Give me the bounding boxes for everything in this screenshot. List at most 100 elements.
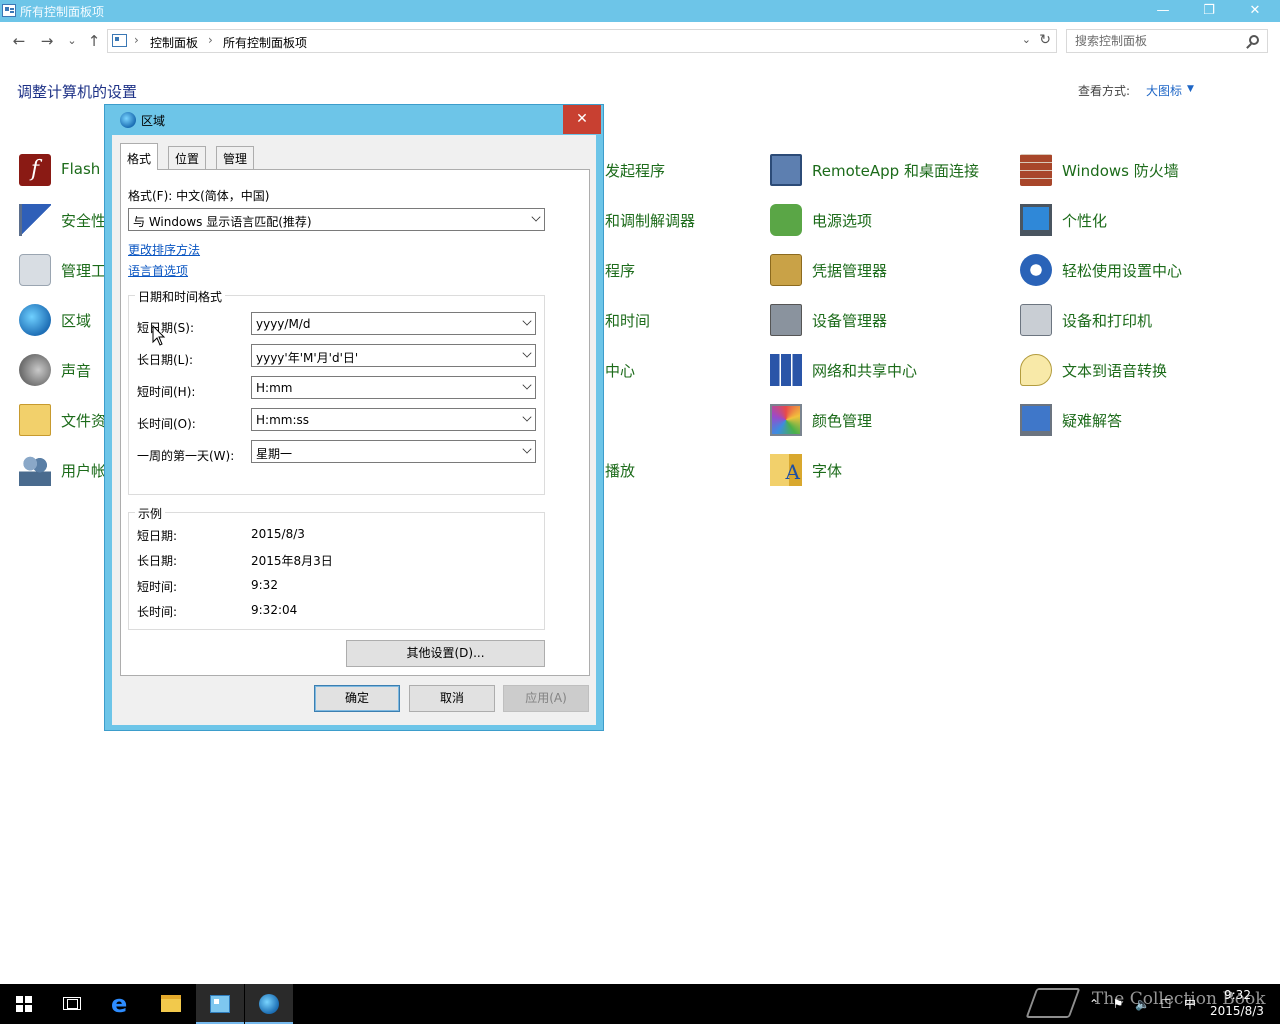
- apply-button[interactable]: 应用(A): [503, 685, 589, 712]
- power-icon: [770, 204, 802, 236]
- breadcrumb-separator: ›: [134, 33, 139, 47]
- forward-button[interactable]: →: [37, 31, 57, 51]
- formats-panel: 格式(F): 中文(简体，中国) 与 Windows 显示语言匹配(推荐) 更改…: [120, 169, 590, 676]
- first-day-select[interactable]: 星期一: [251, 440, 536, 463]
- window-titlebar: 所有控制面板项 — ❐ ✕: [0, 0, 1280, 22]
- recent-locations-button[interactable]: ⌄: [62, 31, 82, 51]
- taskbar-edge[interactable]: e: [98, 984, 146, 1024]
- up-button[interactable]: ↑: [84, 31, 104, 51]
- network-icon: [770, 354, 802, 386]
- ok-button[interactable]: 确定: [314, 685, 400, 712]
- example-short-time-value: 9:32: [251, 578, 278, 592]
- tools-icon: [19, 254, 51, 286]
- other-settings-button[interactable]: 其他设置(D)...: [346, 640, 545, 667]
- tab-formats[interactable]: 格式: [120, 143, 159, 170]
- mouse-cursor-icon: [152, 325, 166, 346]
- view-by-label: 查看方式:: [1078, 84, 1131, 98]
- globe-icon: [259, 994, 279, 1014]
- language-preferences-link[interactable]: 语言首选项: [128, 262, 188, 279]
- search-icon[interactable]: [1249, 35, 1259, 45]
- close-window-button[interactable]: ✕: [1232, 0, 1278, 22]
- printer-icon: [1020, 304, 1052, 336]
- taskbar-file-explorer[interactable]: [147, 984, 195, 1024]
- flash-icon: f: [19, 154, 51, 186]
- vault-icon: [770, 254, 802, 286]
- start-button[interactable]: [0, 984, 48, 1024]
- example-long-time-value: 9:32:04: [251, 603, 298, 617]
- example-long-date-label: 长日期:: [137, 554, 178, 568]
- example-short-time-label: 短时间:: [137, 580, 178, 594]
- dialog-close-button[interactable]: ✕: [563, 105, 601, 134]
- region-dialog: 区域 ✕ 格式 位置 管理 格式(F): 中文(简体，中国) 与 Windows…: [104, 104, 604, 731]
- edge-browser-icon: e: [111, 990, 128, 1018]
- chevron-down-icon: [522, 316, 532, 326]
- short-time-label: 短时间(H):: [137, 385, 196, 399]
- volume-icon[interactable]: 🔈: [1135, 998, 1150, 1010]
- back-button[interactable]: ←: [9, 31, 29, 51]
- example-short-date-label: 短日期:: [137, 529, 178, 543]
- address-dropdown-icon[interactable]: ⌄: [1022, 33, 1031, 46]
- chevron-down-icon[interactable]: ▼: [1187, 84, 1194, 94]
- device-manager-icon: [770, 304, 802, 336]
- refresh-icon[interactable]: ↻: [1039, 32, 1051, 48]
- taskbar: e The Collection Book ⌃ ⚑ 🔈 ☐ 中 9:32 201…: [0, 984, 1280, 1024]
- example-long-time-label: 长时间:: [137, 605, 178, 619]
- tab-administrative[interactable]: 管理: [216, 146, 255, 169]
- task-view-icon: [63, 997, 81, 1010]
- format-label: 格式(F): 中文(简体，中国): [128, 189, 270, 203]
- clock-time[interactable]: 9:32: [1224, 988, 1251, 1002]
- ease-of-access-icon: [1020, 254, 1052, 286]
- clock-date[interactable]: 2015/8/3: [1210, 1004, 1264, 1018]
- remote-desktop-icon: [770, 154, 802, 186]
- chevron-down-icon: [522, 412, 532, 422]
- restore-button[interactable]: ❐: [1186, 0, 1232, 22]
- input-method-indicator[interactable]: 中: [1183, 998, 1197, 1010]
- address-bar: ← → ⌄ ↑ › 控制面板 › 所有控制面板项 ⌄ ↻: [0, 22, 1280, 60]
- short-time-select[interactable]: H:mm: [251, 376, 536, 399]
- change-sort-link[interactable]: 更改排序方法: [128, 241, 200, 258]
- breadcrumb-separator: ›: [208, 33, 213, 47]
- windows-logo-icon: [16, 996, 32, 1012]
- action-center-icon[interactable]: ☐: [1159, 998, 1173, 1010]
- globe-icon: [120, 112, 136, 128]
- control-panel-icon: [112, 34, 127, 47]
- control-panel-icon: [210, 995, 230, 1013]
- breadcrumb-control-panel[interactable]: 控制面板: [150, 34, 198, 51]
- chevron-down-icon: [522, 444, 532, 454]
- tab-location[interactable]: 位置: [168, 146, 207, 169]
- long-time-label: 长时间(O):: [137, 417, 196, 431]
- address-input[interactable]: › 控制面板 › 所有控制面板项 ⌄ ↻: [107, 29, 1057, 53]
- personalization-icon: [1020, 204, 1052, 236]
- speaker-icon: [19, 354, 51, 386]
- watermark-book-icon: [1025, 988, 1081, 1018]
- long-time-select[interactable]: H:mm:ss: [251, 408, 536, 431]
- task-view-button[interactable]: [48, 984, 96, 1024]
- color-icon: [770, 404, 802, 436]
- search-input[interactable]: [1075, 33, 1240, 49]
- long-date-select[interactable]: yyyy'年'M'月'd'日': [251, 344, 536, 367]
- search-box[interactable]: [1066, 29, 1268, 53]
- font-icon: A: [770, 454, 802, 486]
- dialog-title: 区域: [141, 114, 166, 128]
- taskbar-region[interactable]: [245, 984, 293, 1024]
- control-panel-icon: [2, 4, 16, 17]
- datetime-format-group: 日期和时间格式 短日期(S): yyyy/M/d 长日期(L): yyyy'年'…: [128, 288, 545, 495]
- show-hidden-icons-button[interactable]: ⌃: [1087, 998, 1101, 1010]
- chevron-down-icon: [531, 212, 541, 222]
- breadcrumb-all-items[interactable]: 所有控制面板项: [223, 34, 307, 51]
- short-date-select[interactable]: yyyy/M/d: [251, 312, 536, 335]
- troubleshoot-icon: [1020, 404, 1052, 436]
- cancel-button[interactable]: 取消: [409, 685, 495, 712]
- examples-group: 示例 短日期: 2015/8/3 长日期: 2015年8月3日 短时间: 9:3…: [128, 505, 545, 630]
- view-by-dropdown[interactable]: 大图标: [1146, 82, 1182, 99]
- first-day-label: 一周的第一天(W):: [137, 449, 235, 463]
- window-title: 所有控制面板项: [20, 5, 105, 19]
- format-select[interactable]: 与 Windows 显示语言匹配(推荐): [128, 208, 545, 231]
- globe-icon: [19, 304, 51, 336]
- page-title: 调整计算机的设置: [17, 83, 138, 101]
- minimize-button[interactable]: —: [1140, 0, 1186, 22]
- taskbar-control-panel[interactable]: [196, 984, 244, 1024]
- example-long-date-value: 2015年8月3日: [251, 554, 333, 568]
- folder-icon: [19, 404, 51, 436]
- network-tray-icon[interactable]: ⚑: [1111, 998, 1125, 1010]
